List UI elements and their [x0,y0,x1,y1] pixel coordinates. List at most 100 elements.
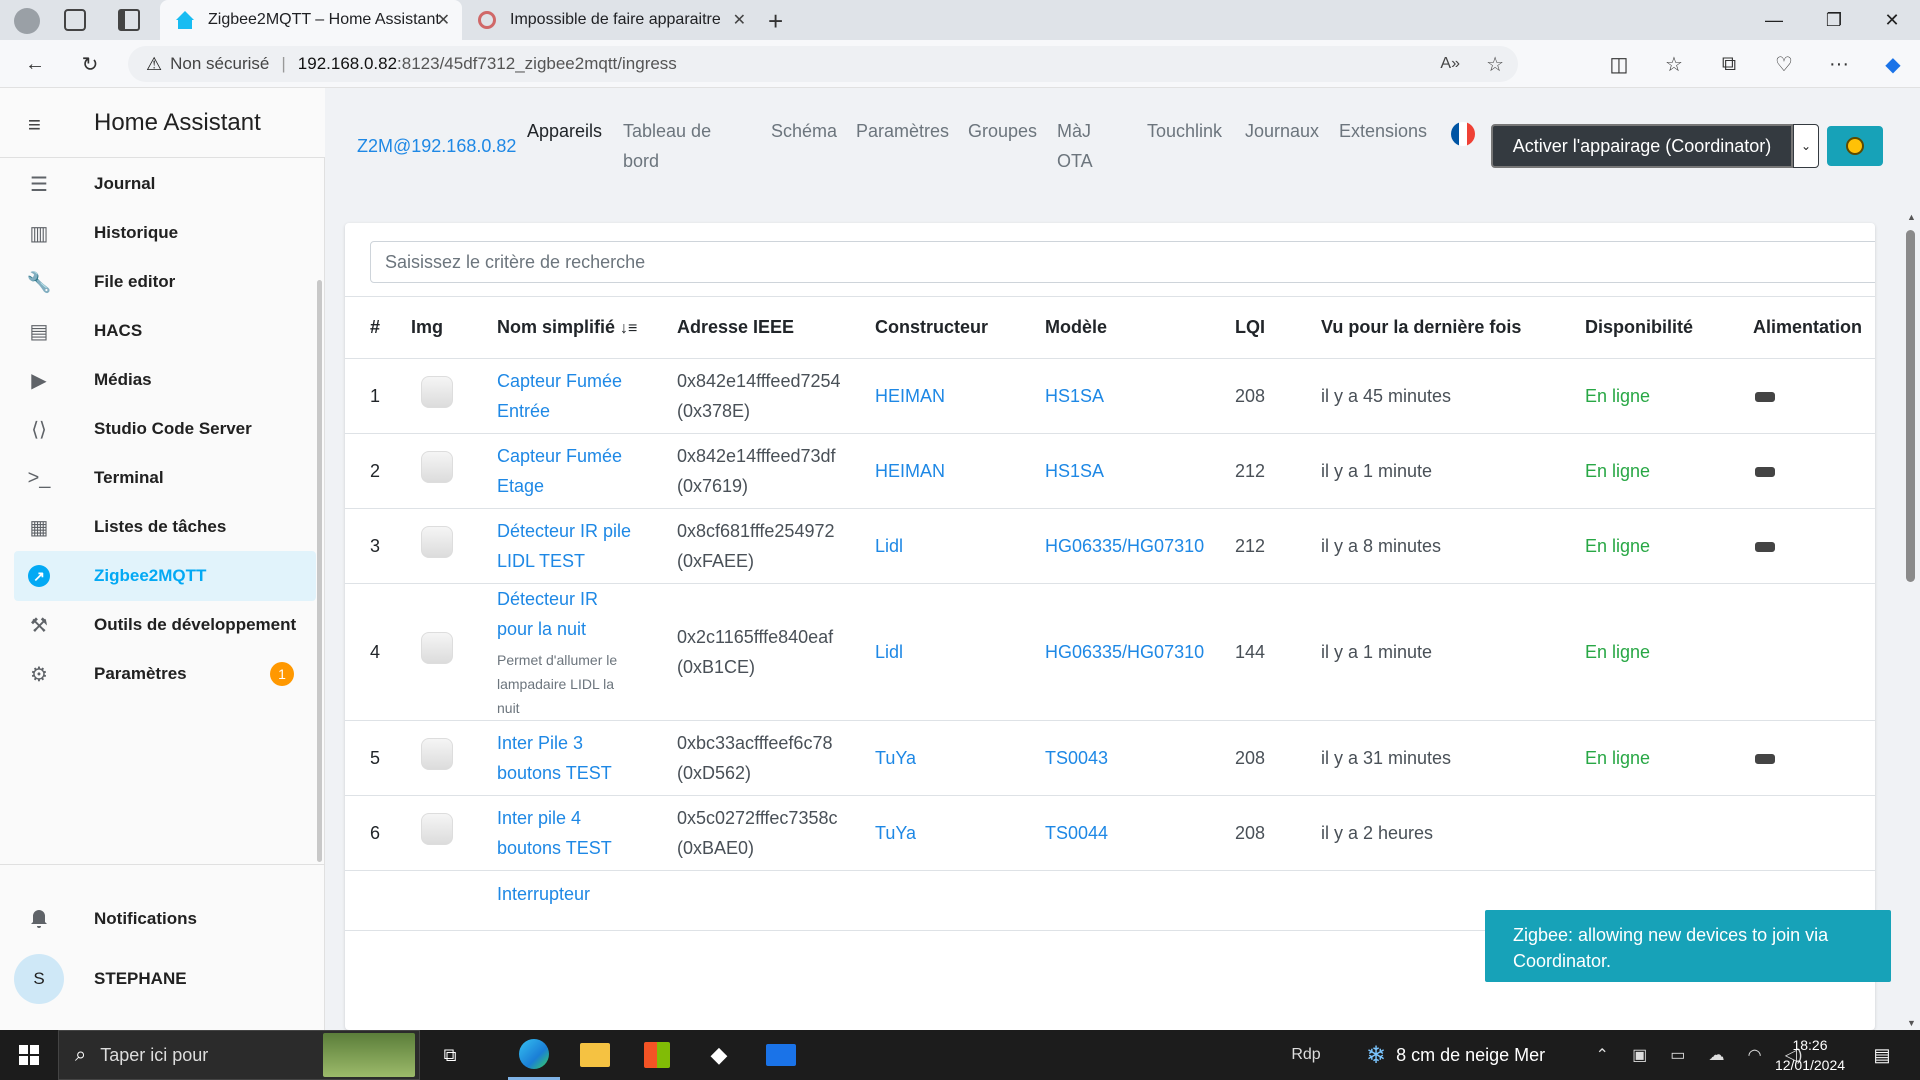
tab-map[interactable]: Schéma [771,116,837,146]
model-link[interactable]: HS1SA [1045,461,1104,481]
chevron-down-icon[interactable]: ⌄ [1793,124,1819,168]
sidebar-item-notifications[interactable]: Notifications [14,894,316,944]
device-name-link[interactable]: Capteur Fumée Etage [497,441,637,501]
sidebar-item-outils-de-d-veloppement[interactable]: ⚒ Outils de développement [14,600,316,650]
close-icon[interactable]: ✕ [733,10,746,30]
store-icon[interactable] [634,1030,680,1080]
sidebar-item-param-tres[interactable]: ⚙ Paramètres 1 [14,649,316,699]
weather-widget[interactable]: ❄ 8 cm de neige Mer [1366,1030,1566,1080]
copilot-icon[interactable]: ◆ [1876,48,1910,80]
read-aloud-icon[interactable]: A» [1440,55,1460,73]
vendor-link[interactable]: TuYa [875,748,916,768]
col-lqi[interactable]: LQI [1235,296,1321,359]
dropbox-icon[interactable]: ◆ [696,1030,742,1080]
menu-icon[interactable]: ≡ [28,112,41,138]
sidebar-item-studio-code-server[interactable]: ⟨⟩ Studio Code Server [14,404,316,454]
chevron-up-icon[interactable]: ⌃ [1596,1045,1609,1065]
model-link[interactable]: HG06335/HG07310 [1045,536,1204,556]
vendor-link[interactable]: Lidl [875,536,903,556]
table-row[interactable]: 4 Détecteur IR pour la nuit Permet d'allum… [345,583,1875,721]
model-link[interactable]: TS0043 [1045,748,1108,768]
collections-icon[interactable]: ⧉ [1712,48,1746,80]
tab-forum[interactable]: Impossible de faire apparaitre la ✕ [462,0,758,40]
table-row[interactable]: 5 Inter Pile 3 boutons TEST 0xbc33acfffeef… [345,720,1875,796]
vendor-link[interactable]: Lidl [875,642,903,662]
close-icon[interactable]: ✕ [437,10,450,30]
tab-zigbee2mqtt[interactable]: Zigbee2MQTT – Home Assistant ✕ [160,0,462,40]
french-flag-icon[interactable] [1451,122,1475,146]
sidebar-item-m-dias[interactable]: ▶ Médias [14,355,316,405]
z2m-brand-link[interactable]: Z2M@192.168.0.82 [357,131,516,161]
sidebar-item-journal[interactable]: ☰ Journal [14,159,316,209]
table-row[interactable]: 6 Inter pile 4 boutons TEST 0x5c0272fffec7… [345,795,1875,871]
model-link[interactable]: TS0044 [1045,823,1108,843]
page-scrollbar[interactable]: ▲ ▼ [1900,210,1920,1030]
sidebar-scrollbar[interactable] [317,280,322,862]
tab-actions-icon[interactable] [118,9,140,31]
col-model[interactable]: Modèle [1045,296,1235,359]
window-close-icon[interactable]: ✕ [1864,0,1920,40]
tab-groups[interactable]: Groupes [968,116,1037,146]
col-ieee[interactable]: Adresse IEEE [677,296,875,359]
table-row[interactable]: 2 Capteur Fumée Etage 0x842e14fffeed73df (0… [345,433,1875,509]
more-menu-icon[interactable]: ··· [1822,48,1856,80]
table-row[interactable]: 3 Détecteur IR pile LIDL TEST 0x8cf681fffe… [345,508,1875,584]
tab-appareils[interactable]: Appareils [527,116,602,146]
device-name-link[interactable]: Détecteur IR pour la nuit [497,584,637,644]
profile-icon[interactable] [14,8,40,34]
sidebar-item-file-editor[interactable]: 🔧 File editor [14,257,316,307]
col-power[interactable]: Alimentation [1753,296,1875,359]
clock[interactable]: 18:26 12/01/2024 [1760,1030,1860,1080]
vendor-link[interactable]: HEIMAN [875,386,945,406]
device-name-link[interactable]: Interrupteur [497,879,637,909]
file-explorer-icon[interactable] [572,1030,618,1080]
notification-center-icon[interactable]: ▤ [1862,1030,1902,1080]
refresh-icon[interactable]: ↻ [73,48,107,80]
rdp-label[interactable]: Rdp [1286,1030,1326,1080]
tab-ota[interactable]: MàJ OTA [1057,116,1102,176]
device-name-link[interactable]: Capteur Fumée Entrée [497,366,637,426]
col-number[interactable]: # [345,296,411,359]
tab-dashboard[interactable]: Tableau de bord [623,116,733,176]
windows-start-icon[interactable] [0,1030,58,1080]
vendor-link[interactable]: HEIMAN [875,461,945,481]
sort-desc-icon[interactable]: ↓≡ [620,320,637,337]
sidebar-item-terminal[interactable]: >_ Terminal [14,453,316,503]
sidebar-item-listes-de-t-ches[interactable]: ▦ Listes de tâches [14,502,316,552]
theme-toggle-button[interactable] [1827,126,1883,166]
model-link[interactable]: HS1SA [1045,386,1104,406]
favorite-star-icon[interactable]: ☆ [1486,52,1504,77]
restore-icon[interactable]: ❐ [1806,0,1862,40]
device-icon[interactable]: ▣ [1632,1045,1647,1065]
favorites-icon[interactable]: ☆ [1657,48,1691,80]
minimize-icon[interactable]: — [1746,0,1802,40]
workspaces-icon[interactable] [64,9,86,31]
browser-essentials-icon[interactable]: ♡ [1767,48,1801,80]
sidebar-item-zigbee2mqtt[interactable]: ↗ Zigbee2MQTT [14,551,316,601]
back-icon[interactable]: ← [18,48,52,80]
model-link[interactable]: HG06335/HG07310 [1045,642,1204,662]
new-tab-icon[interactable]: + [768,6,783,37]
battery-icon[interactable]: ▭ [1670,1045,1685,1065]
table-row[interactable]: 1 Capteur Fumée Entrée 0x842e14fffeed7254 (… [345,358,1875,434]
url-field[interactable]: ⚠ Non sécurisé | 192.168.0.82:8123/45df7… [128,46,1518,82]
tab-extensions[interactable]: Extensions [1339,116,1427,146]
notification-toast[interactable]: Zigbee: allowing new devices to join via… [1485,910,1891,982]
split-screen-icon[interactable]: ◫ [1602,48,1636,80]
vendor-link[interactable]: TuYa [875,823,916,843]
col-name[interactable]: Nom simplifié ↓≡ [497,296,677,359]
edge-taskbar-icon[interactable] [508,1030,560,1080]
col-vendor[interactable]: Constructeur [875,296,1045,359]
tab-touchlink[interactable]: Touchlink [1147,116,1222,146]
sidebar-item-user[interactable]: S STEPHANE [14,954,316,1004]
task-view-icon[interactable]: ⧉ [428,1030,472,1080]
tab-settings[interactable]: Paramètres [856,116,949,146]
permit-join-button[interactable]: Activer l'appairage (Coordinator) [1491,124,1793,168]
device-name-link[interactable]: Inter pile 4 boutons TEST [497,803,637,863]
search-input[interactable]: Saisissez le critère de recherche [370,241,1875,283]
onedrive-icon[interactable]: ☁ [1709,1045,1725,1065]
device-name-link[interactable]: Inter Pile 3 boutons TEST [497,728,637,788]
col-availability[interactable]: Disponibilité [1585,296,1753,359]
tab-logs[interactable]: Journaux [1245,116,1319,146]
sidebar-item-historique[interactable]: ▥ Historique [14,208,316,258]
